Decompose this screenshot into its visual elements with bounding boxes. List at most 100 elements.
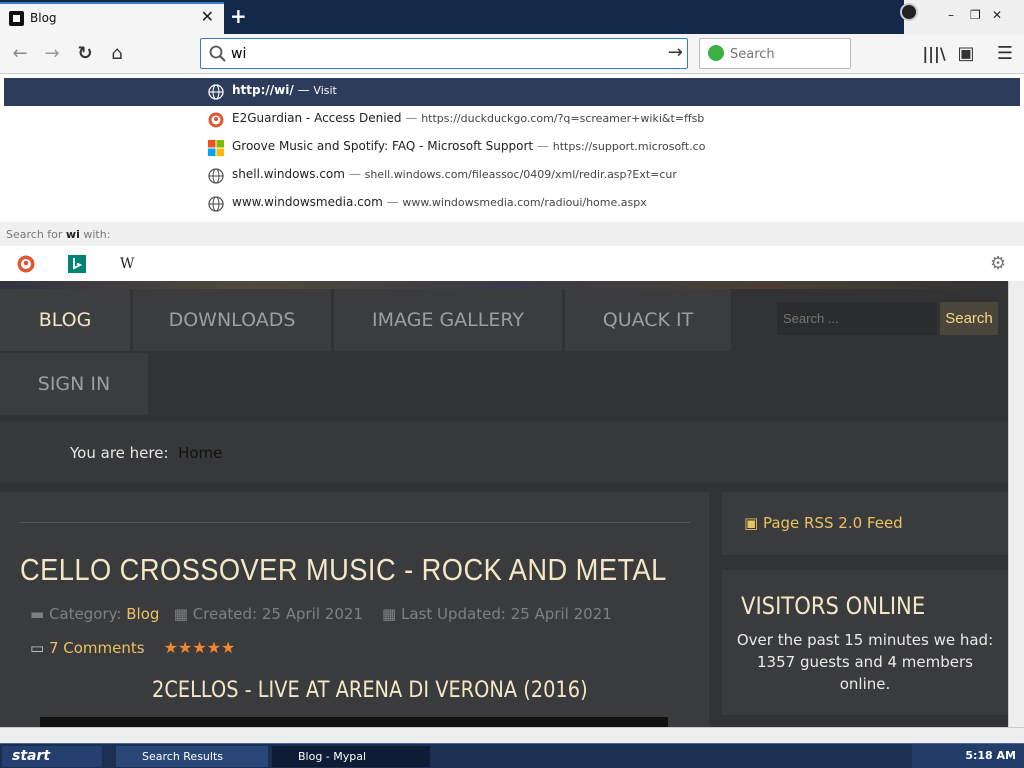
- search-settings-gear-icon[interactable]: ⚙: [990, 255, 1008, 273]
- row-sep: —: [386, 195, 399, 209]
- home-icon[interactable]: ⌂: [105, 42, 129, 66]
- sidebar-icon[interactable]: ▣: [954, 42, 978, 66]
- row-title: shell.windows.com: [232, 167, 345, 181]
- article-panel: CELLO CROSSOVER MUSIC - ROCK AND METAL ▬…: [0, 492, 709, 727]
- taskbar: start Search Results Blog - Mypal 5:18 A…: [0, 743, 1024, 768]
- back-icon[interactable]: ←: [8, 42, 32, 66]
- window-close-icon[interactable]: ✕: [992, 8, 1002, 22]
- calendar-icon: ▦: [173, 605, 188, 623]
- nav-quack-it[interactable]: QUACK IT: [565, 289, 731, 351]
- category-link[interactable]: Blog: [126, 605, 159, 623]
- start-button[interactable]: start: [2, 746, 102, 767]
- row-sep: —: [405, 111, 418, 125]
- globe-icon: [208, 84, 224, 100]
- divider: [20, 522, 690, 523]
- calendar-icon: ▦: [382, 605, 397, 623]
- tab-title: Blog: [30, 11, 57, 25]
- one-off-search-engines: W ⚙: [0, 246, 1024, 281]
- row-title: Groove Music and Spotify: FAQ - Microsof…: [232, 139, 534, 153]
- rss-panel: ▣ Page RSS 2.0 Feed: [722, 492, 1008, 555]
- tab-strip: Blog ✕ + – ❐ ✕: [0, 0, 1024, 34]
- tab-blog[interactable]: Blog ✕: [0, 2, 224, 34]
- search-engine-icon[interactable]: [708, 45, 724, 61]
- star-icon[interactable]: ★: [164, 638, 178, 657]
- site-favicon-icon: [9, 11, 24, 26]
- vertical-scrollbar[interactable]: [1008, 281, 1024, 727]
- row-sep: —: [297, 83, 310, 97]
- taskbar-item-blog-mypal[interactable]: Blog - Mypal: [272, 746, 430, 767]
- web-page: BLOG DOWNLOADS IMAGE GALLERY QUACK IT SI…: [0, 281, 1008, 727]
- row-url: www.windowsmedia.com/radioui/home.aspx: [402, 196, 647, 209]
- taskbar-item-search-results[interactable]: Search Results: [116, 746, 268, 767]
- autocomplete-row[interactable]: Groove Music and Spotify: FAQ - Microsof…: [4, 134, 1020, 162]
- autocomplete-row[interactable]: www.windowsmedia.com — www.windowsmedia.…: [4, 190, 1020, 218]
- microsoft-icon: [208, 140, 224, 156]
- nav-downloads[interactable]: DOWNLOADS: [133, 289, 331, 351]
- row-url: Visit: [313, 84, 337, 97]
- search-bar-input[interactable]: [730, 45, 845, 63]
- rss-link[interactable]: Page RSS 2.0 Feed: [763, 514, 903, 532]
- menu-icon[interactable]: ☰: [993, 42, 1017, 66]
- autocomplete-row[interactable]: shell.windows.com — shell.windows.com/fi…: [4, 162, 1020, 190]
- autocomplete-row[interactable]: E2Guardian - Access Denied — https://duc…: [4, 106, 1020, 134]
- comment-icon: ▭: [30, 639, 45, 657]
- url-bar[interactable]: →: [200, 38, 688, 69]
- autocomplete-row[interactable]: http://wi/ — Visit: [4, 78, 1020, 106]
- article-title[interactable]: CELLO CROSSOVER MUSIC - ROCK AND METAL: [20, 552, 667, 588]
- comments-row: ▭ 7 Comments ★★★★★: [30, 638, 235, 657]
- navigation-toolbar: ← → ↻ ⌂ → |||\ ▣ ☰: [0, 34, 1024, 74]
- video-embed[interactable]: [40, 717, 668, 727]
- star-icon[interactable]: ★: [221, 638, 235, 657]
- search-for-suffix: with:: [79, 228, 111, 241]
- search-bar[interactable]: [699, 38, 851, 69]
- row-sep: —: [348, 167, 361, 181]
- site-search-input[interactable]: [777, 302, 937, 335]
- window-controls: – ❐ ✕: [900, 0, 1024, 34]
- breadcrumb-home[interactable]: Home: [178, 444, 222, 462]
- visitors-text: Over the past 15 minutes we had: 1357 gu…: [736, 631, 994, 693]
- breadcrumb-label: You are here:: [70, 444, 169, 462]
- nav-blog[interactable]: BLOG: [0, 289, 130, 351]
- duckduckgo-engine-icon[interactable]: [17, 255, 35, 273]
- system-tray: 5:18 AM: [912, 744, 1024, 768]
- private-mode-icon: [900, 3, 918, 21]
- created-date: Created: 25 April 2021: [192, 605, 363, 623]
- nav-image-gallery[interactable]: IMAGE GALLERY: [334, 289, 562, 351]
- row-title: E2Guardian - Access Denied: [232, 111, 402, 125]
- library-icon[interactable]: |||\: [922, 42, 946, 66]
- visitors-title: VISITORS ONLINE: [741, 592, 926, 620]
- video-title: 2CELLOS - LIVE AT ARENA DI VERONA (2016): [152, 678, 588, 703]
- minimize-icon[interactable]: –: [948, 8, 954, 22]
- visitors-panel: VISITORS ONLINE Over the past 15 minutes…: [722, 570, 1008, 715]
- search-icon: [209, 45, 226, 62]
- globe-icon: [208, 168, 224, 184]
- reload-icon[interactable]: ↻: [73, 42, 97, 66]
- site-search-button[interactable]: Search: [940, 302, 998, 335]
- comments-link[interactable]: 7 Comments: [49, 639, 145, 657]
- url-input[interactable]: [231, 44, 651, 64]
- updated-date: Last Updated: 25 April 2021: [401, 605, 612, 623]
- horizontal-scrollbar[interactable]: [0, 727, 1024, 743]
- restore-icon[interactable]: ❐: [970, 8, 981, 22]
- new-tab-icon[interactable]: +: [230, 3, 247, 29]
- rating-stars[interactable]: ★★★★★: [164, 638, 236, 657]
- row-url: shell.windows.com/fileassoc/0409/xml/red…: [364, 168, 677, 181]
- star-icon[interactable]: ★: [207, 638, 221, 657]
- row-url: https://support.microsoft.co: [552, 140, 706, 153]
- row-title: www.windowsmedia.com: [232, 195, 383, 209]
- wikipedia-engine-icon[interactable]: W: [120, 255, 138, 273]
- globe-icon: [208, 196, 224, 212]
- tab-close-icon[interactable]: ✕: [201, 7, 214, 26]
- row-title: http://wi/: [232, 83, 294, 97]
- forward-icon[interactable]: →: [40, 42, 64, 66]
- folder-icon: ▬: [30, 605, 45, 623]
- star-icon[interactable]: ★: [192, 638, 206, 657]
- category-label: Category:: [48, 605, 122, 623]
- url-autocomplete-popup: http://wi/ — Visit E2Guardian - Access D…: [0, 74, 1024, 281]
- star-icon[interactable]: ★: [178, 638, 192, 657]
- go-arrow-icon[interactable]: →: [668, 42, 683, 63]
- search-for-prefix: Search for: [6, 228, 66, 241]
- article-meta: ▬ Category: Blog ▦ Created: 25 April 202…: [30, 605, 612, 623]
- nav-sign-in[interactable]: SIGN IN: [0, 353, 148, 415]
- bing-engine-icon[interactable]: [68, 255, 86, 273]
